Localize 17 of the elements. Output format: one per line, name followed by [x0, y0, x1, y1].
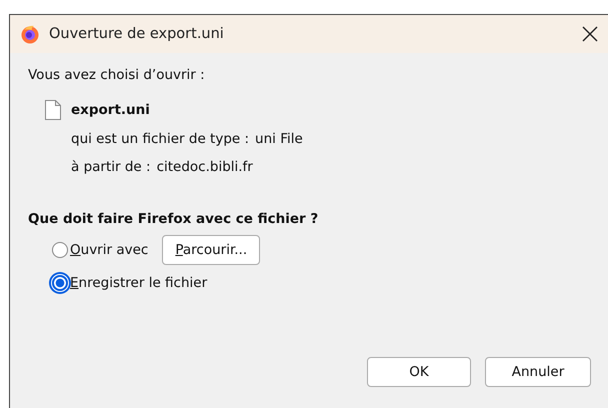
window-title: Ouverture de export.uni [49, 26, 225, 42]
radio-button[interactable] [52, 242, 68, 258]
file-icon [45, 100, 61, 120]
option-label[interactable]: Ouvrir avec [70, 242, 148, 258]
detail-value: uni File [255, 131, 303, 147]
browse-button[interactable]: Parcourir... [162, 234, 260, 264]
question-text: Que doit faire Firefox avec ce fichier ? [28, 211, 320, 227]
intro-text: Vous avez choisi d’ouvrir : [28, 67, 206, 83]
close-icon[interactable] [582, 26, 598, 42]
detail-label: à partir de : [71, 159, 151, 175]
radio-button[interactable] [52, 274, 68, 290]
cancel-button[interactable]: Annuler [485, 357, 591, 387]
ok-button[interactable]: OK [367, 357, 471, 387]
file-name: export.uni [71, 102, 150, 118]
detail-label: qui est un fichier de type : [71, 131, 250, 147]
fox-logo-icon [20, 24, 40, 44]
detail-value: citedoc.bibli.fr [156, 159, 253, 175]
